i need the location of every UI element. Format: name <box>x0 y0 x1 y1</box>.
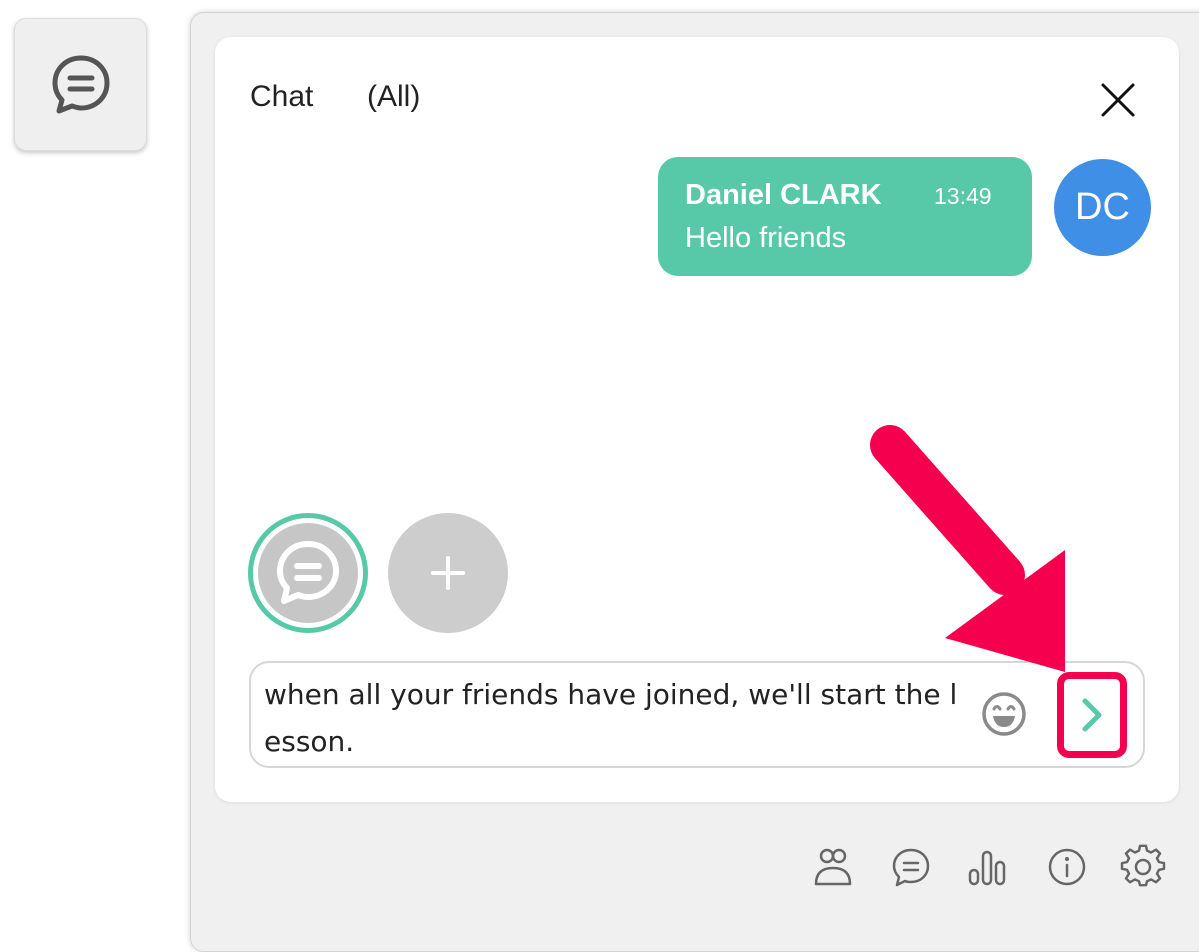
poll-icon <box>968 850 1006 886</box>
add-channel-button[interactable] <box>388 513 508 633</box>
speech-bubble-icon <box>277 541 339 604</box>
emoji-button[interactable] <box>980 690 1028 738</box>
poll-button[interactable] <box>964 844 1010 890</box>
message-sender: Daniel CLARK <box>685 179 882 211</box>
info-button[interactable] <box>1044 844 1090 890</box>
chat-icon <box>892 848 930 887</box>
message-text: Hello friends <box>685 222 847 254</box>
message-bubble: Daniel CLARK 13:49 Hello friends <box>658 157 1032 276</box>
send-button[interactable] <box>1057 672 1127 758</box>
chevron-right-icon <box>1082 698 1102 732</box>
message-time: 13:49 <box>934 183 992 209</box>
participants-button[interactable] <box>810 844 856 890</box>
chat-scope-selector[interactable]: (All) <box>367 80 420 114</box>
avatar[interactable]: DC <box>1054 159 1151 256</box>
close-icon <box>1101 83 1135 117</box>
smiley-icon <box>982 692 1026 736</box>
plus-icon <box>431 556 465 590</box>
message-input[interactable]: when all your friends have joined, we'll… <box>264 671 969 765</box>
info-icon <box>1048 848 1086 886</box>
chat-title: Chat <box>250 80 314 113</box>
speech-bubble-icon <box>52 55 109 113</box>
chat-toggle-button[interactable] <box>14 18 147 151</box>
chat-button[interactable] <box>888 844 934 890</box>
close-button[interactable] <box>1098 80 1138 120</box>
settings-icon <box>1120 844 1166 887</box>
settings-button[interactable] <box>1120 844 1166 890</box>
participants-icon <box>814 848 852 886</box>
channel-all-button[interactable] <box>248 513 368 633</box>
